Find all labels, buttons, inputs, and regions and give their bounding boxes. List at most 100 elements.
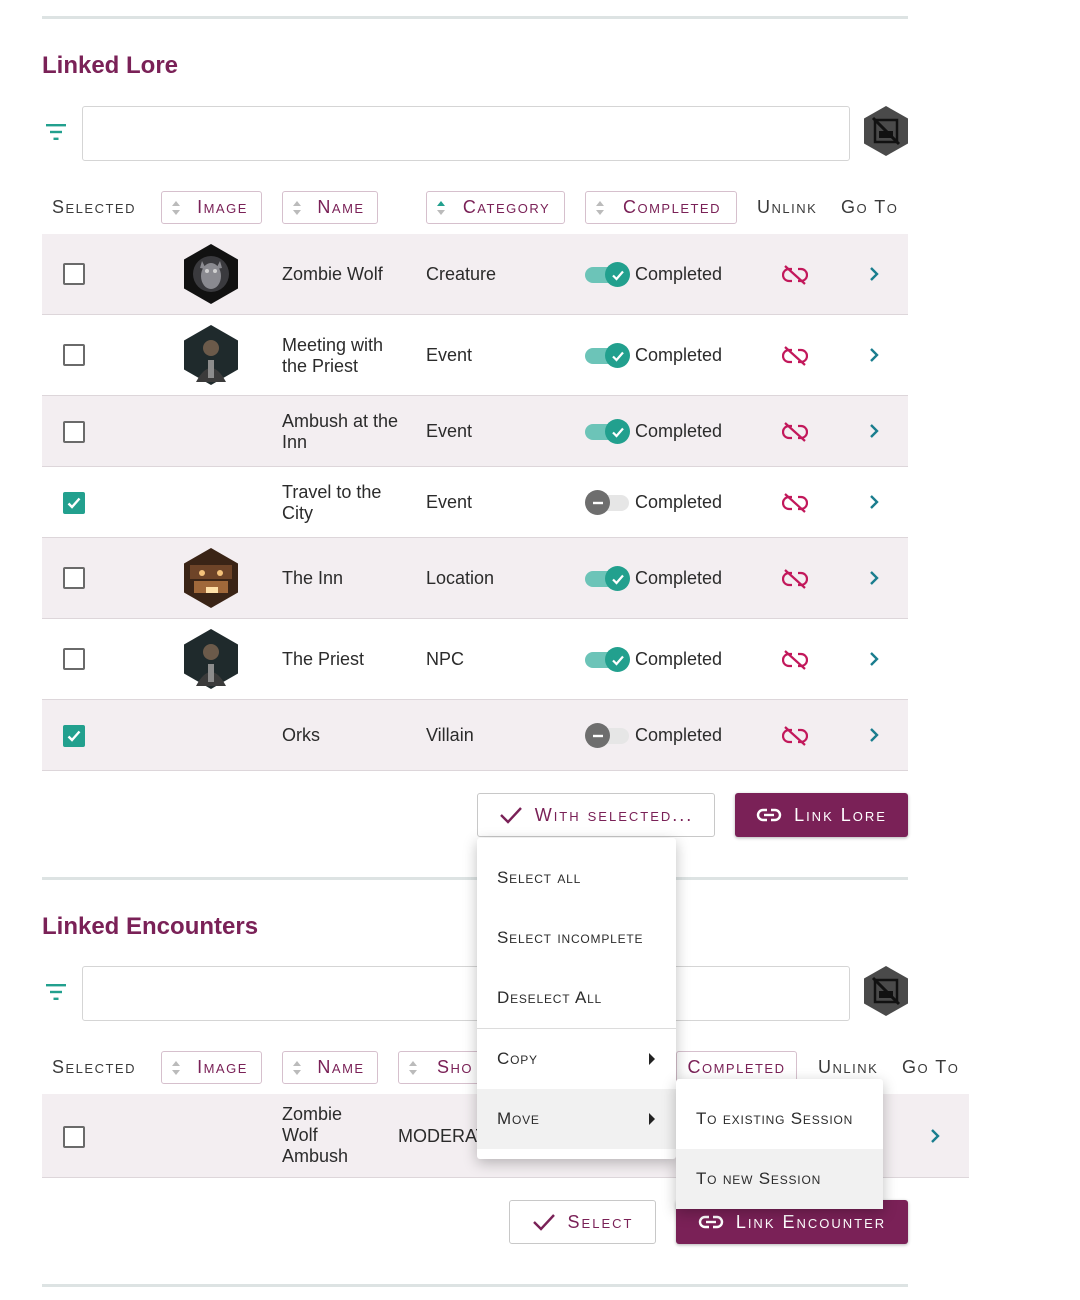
chevron-right-icon[interactable] [868, 727, 880, 743]
col-unlink: Unlink [818, 1057, 879, 1077]
table-row: Orks Villain Completed [42, 700, 908, 771]
unlink-icon[interactable] [782, 345, 808, 367]
row-checkbox[interactable] [63, 421, 85, 443]
table-row: Travel to the City Event Completed [42, 467, 908, 538]
unlink-icon[interactable] [782, 492, 808, 514]
menu-item-select-all[interactable]: Select all [477, 848, 676, 908]
select-label: Select [567, 1211, 634, 1232]
row-checkbox[interactable] [63, 344, 85, 366]
completed-toggle[interactable] [585, 646, 631, 672]
priest-image [184, 325, 238, 385]
table-row: The Priest NPC Completed [42, 619, 908, 700]
submenu-item-existing-session[interactable]: To existing Session [676, 1089, 883, 1149]
linked-encounters-title: Linked Encounters [42, 913, 259, 940]
row-category: Location [426, 568, 495, 588]
check-icon [611, 351, 624, 362]
col-category-label: Category [462, 197, 551, 217]
completed-label: Completed [635, 725, 723, 745]
move-submenu: To existing Session To new Session [676, 1079, 883, 1209]
encounter-search-input[interactable] [82, 966, 850, 1021]
with-selected-button[interactable]: With selected... [477, 793, 715, 837]
row-name: The Inn [282, 568, 344, 588]
col-category-sort[interactable]: Category [426, 191, 565, 224]
link-lore-label: Link Lore [794, 804, 887, 825]
completed-toggle[interactable] [585, 565, 631, 591]
menu-item-label: Move [497, 1109, 540, 1128]
no-image-toggle-icon[interactable] [862, 105, 910, 157]
sort-icon [162, 200, 190, 216]
linked-lore-title: Linked Lore [42, 52, 179, 79]
lore-search-input[interactable] [82, 106, 850, 161]
col-name-sort[interactable]: Name [282, 1051, 378, 1084]
chevron-right-icon[interactable] [868, 347, 880, 363]
filter-icon[interactable] [44, 120, 68, 144]
chevron-right-icon[interactable] [868, 266, 880, 282]
caret-right-icon [649, 1053, 655, 1065]
zombie-wolf-image [184, 244, 238, 304]
link-encounter-label: Link Encounter [735, 1211, 887, 1232]
col-goto: Go To [902, 1057, 960, 1077]
row-checkbox-checked[interactable] [63, 492, 85, 514]
completed-label: Completed [635, 568, 723, 588]
unlink-icon[interactable] [782, 725, 808, 747]
completed-toggle[interactable] [585, 342, 631, 368]
row-checkbox-checked[interactable] [63, 725, 85, 747]
col-image-sort[interactable]: Image [161, 191, 262, 224]
with-selected-label: With selected... [534, 804, 694, 825]
section-divider [42, 1284, 908, 1287]
unlink-icon[interactable] [782, 264, 808, 286]
unlink-icon[interactable] [782, 649, 808, 671]
row-name: The Priest [282, 649, 365, 669]
chevron-right-icon[interactable] [868, 494, 880, 510]
no-image-toggle-icon[interactable] [862, 965, 910, 1017]
row-checkbox[interactable] [63, 1126, 85, 1148]
sort-icon [162, 1060, 190, 1076]
sort-icon [399, 1060, 427, 1076]
chevron-right-icon[interactable] [929, 1128, 941, 1144]
row-checkbox[interactable] [63, 263, 85, 285]
completed-toggle[interactable] [585, 489, 631, 515]
menu-item-label: Select all [497, 868, 582, 887]
check-icon [611, 270, 624, 281]
submenu-item-new-session[interactable]: To new Session [676, 1149, 883, 1209]
minus-icon [592, 734, 603, 737]
row-category: Event [426, 345, 473, 365]
unlink-icon[interactable] [782, 568, 808, 590]
menu-item-move[interactable]: Move [477, 1089, 676, 1149]
menu-item-copy[interactable]: Copy [477, 1029, 676, 1089]
row-category: Villain [426, 725, 474, 745]
col-unlink: Unlink [757, 197, 818, 217]
section-divider [42, 16, 908, 19]
row-checkbox[interactable] [63, 567, 85, 589]
completed-label: Completed [635, 492, 723, 512]
col-completed-sort[interactable]: Completed [585, 191, 737, 224]
chevron-right-icon[interactable] [868, 651, 880, 667]
completed-label: Completed [635, 421, 723, 441]
check-icon [611, 427, 624, 438]
completed-toggle[interactable] [585, 418, 631, 444]
col-name-label: Name [317, 1057, 365, 1077]
select-button[interactable]: Select [509, 1200, 656, 1244]
menu-item-select-incomplete[interactable]: Select incomplete [477, 908, 676, 968]
col-name-sort[interactable]: Name [282, 191, 378, 224]
completed-toggle[interactable] [585, 261, 631, 287]
col-image-sort[interactable]: Image [161, 1051, 262, 1084]
col-selected: Selected [52, 1057, 136, 1077]
sort-icon [586, 200, 614, 216]
with-selected-menu: Select all Select incomplete Deselect Al… [477, 838, 676, 1159]
completed-label: Completed [635, 345, 723, 365]
menu-item-deselect-all[interactable]: Deselect All [477, 968, 676, 1028]
check-icon [611, 574, 624, 585]
table-row: The Inn Location Completed [42, 538, 908, 619]
filter-icon[interactable] [44, 980, 68, 1004]
completed-toggle[interactable] [585, 722, 631, 748]
link-lore-button[interactable]: Link Lore [735, 793, 908, 837]
priest-image [184, 629, 238, 689]
table-row: Zombie Wolf Creature Completed [42, 234, 908, 315]
table-row: Meeting with the Priest Event Completed [42, 315, 908, 396]
chevron-right-icon[interactable] [868, 423, 880, 439]
chevron-right-icon[interactable] [868, 570, 880, 586]
row-name: Zombie Wolf Ambush [282, 1104, 349, 1166]
unlink-icon[interactable] [782, 421, 808, 443]
row-checkbox[interactable] [63, 648, 85, 670]
